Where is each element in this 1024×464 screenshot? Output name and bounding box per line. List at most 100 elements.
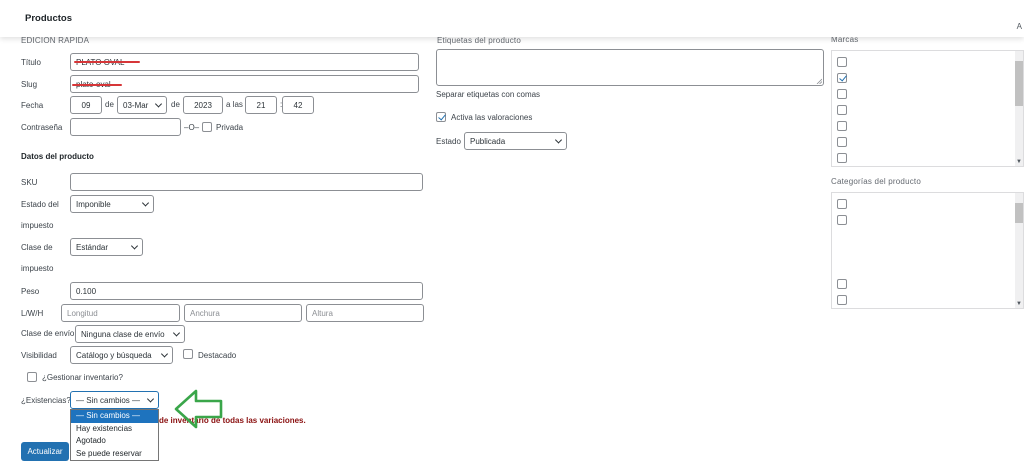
- chevron-down-icon: [146, 395, 155, 403]
- tax-status-label: Estado del: [21, 200, 59, 209]
- slug-label: Slug: [21, 80, 38, 89]
- slug-input[interactable]: plato-oval: [70, 75, 419, 93]
- tax-status-select[interactable]: Imponible: [70, 195, 154, 213]
- page-title: Productos: [25, 13, 72, 24]
- category-checkbox[interactable]: [837, 199, 847, 209]
- shipping-class-label: Clase de envío: [21, 329, 75, 338]
- product-data-heading: Datos del producto: [21, 152, 94, 161]
- visibility-select[interactable]: Catálogo y búsqueda: [70, 346, 173, 364]
- year-value: 2023: [194, 100, 212, 110]
- minute-value: 42: [293, 100, 303, 110]
- date-at-label: a las: [226, 100, 243, 109]
- category-checkbox[interactable]: [837, 295, 847, 305]
- title-label: Título: [21, 58, 42, 67]
- stock-option-no-change[interactable]: — Sin cambios —: [71, 410, 158, 423]
- status-value: Publicada: [470, 136, 506, 146]
- lwh-label: L/W/H: [21, 309, 44, 318]
- year-input[interactable]: 2023: [183, 96, 223, 114]
- featured-checkbox[interactable]: [183, 349, 193, 359]
- status-label: Estado: [436, 137, 461, 146]
- tags-textarea[interactable]: [436, 49, 824, 86]
- annotation-arrow-icon: [174, 389, 223, 429]
- length-input[interactable]: Longitud: [61, 304, 180, 322]
- month-select[interactable]: 03-Mar: [117, 96, 167, 114]
- date-label: Fecha: [21, 101, 44, 110]
- manage-stock-checkbox[interactable]: [27, 372, 37, 382]
- comments-checkbox[interactable]: [436, 112, 446, 122]
- brand-checkbox[interactable]: [837, 73, 847, 83]
- tax-status-label-line2: impuesto: [21, 221, 54, 230]
- date-de-1: de: [105, 100, 114, 109]
- brand-checkbox[interactable]: [837, 137, 847, 147]
- brand-checkbox[interactable]: [837, 89, 847, 99]
- shipping-class-value: Ninguna clase de envío: [81, 329, 165, 339]
- password-label: Contraseña: [21, 123, 63, 132]
- stock-status-value: — Sin cambios —: [76, 395, 141, 405]
- width-input[interactable]: Anchura: [184, 304, 302, 322]
- hour-value: 21: [256, 100, 266, 110]
- tax-class-select[interactable]: Estándar: [70, 238, 143, 256]
- weight-value: 0.100: [76, 286, 97, 296]
- stock-status-dropdown: — Sin cambios — Hay existencias Agotado …: [70, 409, 159, 461]
- sku-label: SKU: [21, 178, 38, 187]
- categories-scroll-thumb[interactable]: [1015, 203, 1023, 223]
- manage-stock-label: ¿Gestionar inventario?: [42, 373, 123, 382]
- quick-edit-heading: EDICIÓN RÁPIDA: [21, 36, 90, 45]
- comments-label: Activa las valoraciones: [451, 113, 533, 122]
- tax-class-label-line2: impuesto: [21, 264, 54, 273]
- stock-option-out-of-stock[interactable]: Agotado: [71, 435, 158, 448]
- date-de-2: de: [171, 100, 180, 109]
- chevron-down-icon: [160, 350, 169, 358]
- visibility-label: Visibilidad: [21, 351, 57, 360]
- day-input[interactable]: 09: [70, 96, 102, 114]
- category-checkbox[interactable]: [837, 279, 847, 289]
- height-placeholder: Altura: [312, 308, 333, 318]
- stock-option-in-stock[interactable]: Hay existencias: [71, 423, 158, 436]
- stock-status-label: ¿Existencias?: [21, 396, 71, 405]
- width-placeholder: Anchura: [190, 308, 220, 318]
- brand-checkbox[interactable]: [837, 121, 847, 131]
- length-placeholder: Longitud: [67, 308, 98, 318]
- scroll-down-icon[interactable]: ▼: [1016, 301, 1022, 307]
- brand-checkbox[interactable]: [837, 57, 847, 67]
- private-label: Privada: [216, 123, 244, 132]
- categories-heading: Categorías del producto: [831, 177, 921, 186]
- shipping-class-select[interactable]: Ninguna clase de envío: [75, 325, 185, 343]
- visibility-value: Catálogo y búsqueda: [76, 350, 152, 360]
- categories-list[interactable]: ▼: [831, 192, 1024, 309]
- tax-status-value: Imponible: [76, 199, 111, 209]
- chevron-down-icon: [130, 242, 139, 250]
- resize-handle-icon[interactable]: [816, 78, 822, 84]
- sku-input[interactable]: [70, 173, 423, 191]
- chevron-down-icon: [172, 329, 181, 337]
- help-tab[interactable]: A: [1017, 22, 1022, 31]
- tags-hint: Separar etiquetas con comas: [436, 90, 541, 99]
- password-input[interactable]: [70, 118, 181, 136]
- weight-label: Peso: [21, 287, 40, 296]
- brand-checkbox[interactable]: [837, 105, 847, 115]
- private-checkbox[interactable]: [202, 122, 212, 132]
- chevron-down-icon: [141, 199, 150, 207]
- brands-list[interactable]: ▼: [831, 50, 1024, 167]
- tax-class-label: Clase de: [21, 243, 53, 252]
- weight-input[interactable]: 0.100: [70, 282, 423, 300]
- height-input[interactable]: Altura: [306, 304, 424, 322]
- scroll-down-icon[interactable]: ▼: [1016, 159, 1022, 165]
- stock-option-backorder[interactable]: Se puede reservar: [71, 448, 158, 461]
- tags-heading: Etiquetas del producto: [437, 36, 522, 45]
- chevron-down-icon: [554, 136, 563, 144]
- chevron-down-icon: [154, 100, 163, 108]
- month-value: 03-Mar: [123, 100, 149, 110]
- or-label: –O–: [184, 123, 200, 132]
- status-select[interactable]: Publicada: [464, 132, 567, 150]
- minute-input[interactable]: 42: [282, 96, 314, 114]
- top-bar: Productos A: [0, 0, 1024, 37]
- update-button[interactable]: Actualizar: [21, 442, 69, 461]
- brand-checkbox[interactable]: [837, 153, 847, 163]
- slug-redaction-mark: [72, 84, 122, 86]
- brands-scroll-thumb[interactable]: [1015, 61, 1023, 106]
- category-checkbox[interactable]: [837, 215, 847, 225]
- stock-status-select[interactable]: — Sin cambios —: [70, 391, 159, 409]
- featured-label: Destacado: [198, 351, 237, 360]
- hour-input[interactable]: 21: [245, 96, 277, 114]
